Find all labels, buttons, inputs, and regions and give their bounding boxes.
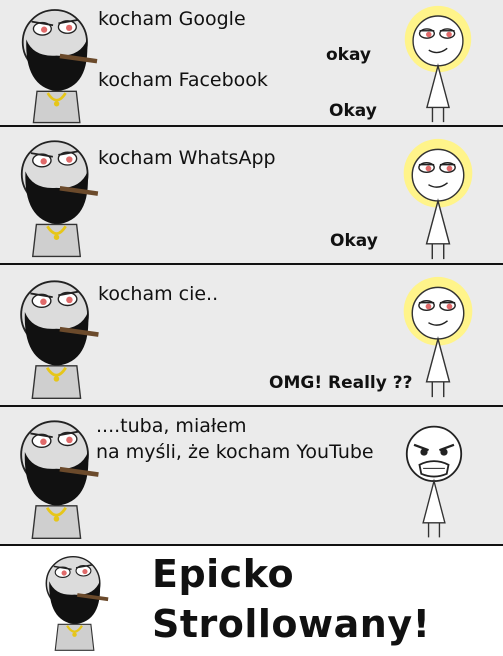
comic-panel-4: ....tuba, miałem na myśli, że kocham You… [0,407,503,546]
man-speech-line: kocham Google [98,8,246,30]
comic-panel-1: kocham Google kocham Facebook okay Okay [0,0,503,127]
caption-line: Strollowany! [152,602,431,646]
comic-panel-2: kocham WhatsApp Okay [0,127,503,265]
caption-line: Epicko [152,552,295,596]
woman-meme-face-icon [402,138,474,260]
man-speech-line: ....tuba, miałem [96,415,247,437]
rage-face-icon [405,425,463,538]
woman-speech-line: Okay [330,231,378,251]
man-rage-face-icon [21,8,99,124]
meme-comic: kocham Google kocham Facebook okay Okay … [0,0,503,656]
comic-panel-5: Epicko Strollowany! [0,546,503,656]
comic-panel-3: kocham cie.. OMG! Really ?? [0,265,503,407]
woman-speech-line: okay [326,45,372,65]
woman-meme-face-icon [404,5,472,123]
woman-speech-line: OMG! Really ?? [269,373,413,393]
woman-speech-line: Okay [329,101,377,121]
man-rage-face-icon [45,555,110,652]
man-speech-line: kocham WhatsApp [98,147,276,169]
man-speech-line: kocham Facebook [98,69,268,91]
man-speech-line: na myśli, że kocham YouTube [96,441,374,463]
woman-meme-face-icon [402,276,474,398]
man-rage-face-icon [20,139,100,258]
man-rage-face-icon [19,279,101,400]
man-speech-line: kocham cie.. [98,283,219,305]
